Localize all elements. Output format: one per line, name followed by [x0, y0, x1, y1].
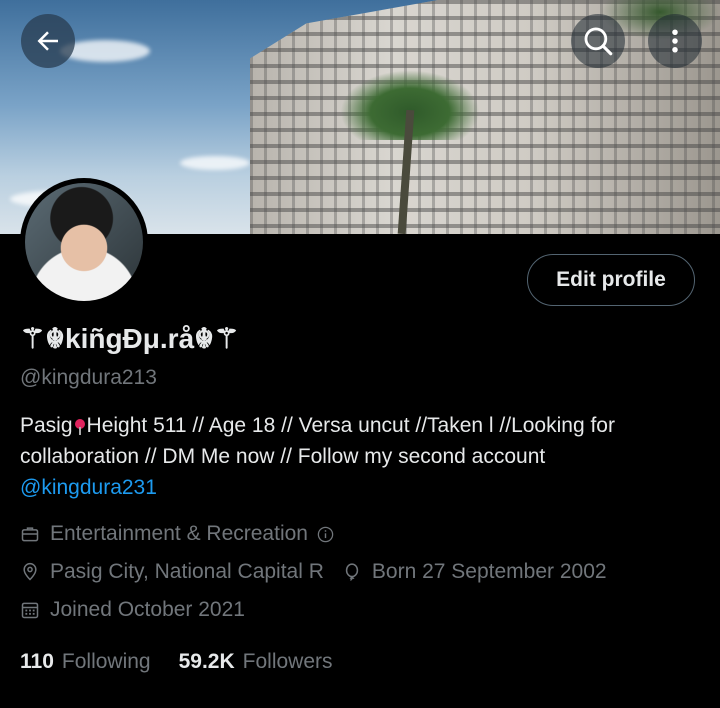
joined-row: Joined October 2021 [20, 598, 245, 622]
balloon-icon [345, 563, 359, 581]
profile-category: Entertainment & Recreation [50, 522, 308, 545]
username-handle: @kingdura213 [20, 366, 157, 389]
arrow-left-icon [37, 31, 58, 51]
bio-mention-link[interactable]: @kingdura231 [20, 476, 157, 499]
display-name: ⚚☬kiñgĐμ.rå☬⚚ [20, 323, 240, 354]
location-pin-icon [23, 562, 37, 581]
following-label: Following [61, 650, 151, 673]
banner-cloud [180, 156, 250, 170]
search-button[interactable] [571, 14, 625, 68]
avatar[interactable] [20, 178, 148, 306]
bio-location-text: Pasig [20, 414, 73, 437]
location-birthday-row: Pasig City, National Capital R Born 27 S… [20, 560, 607, 584]
briefcase-icon [21, 527, 39, 542]
back-button[interactable] [21, 14, 75, 68]
followers-count: 59.2K [178, 650, 235, 673]
more-options-button[interactable] [648, 14, 702, 68]
bio-text: Height 511 // Age 18 // Versa uncut //Ta… [20, 414, 615, 468]
search-icon [584, 27, 613, 56]
follow-stats: 110 Following 59.2K Followers [20, 650, 333, 674]
profile-birthday: Born 27 September 2002 [371, 560, 607, 583]
following-count: 110 [20, 650, 54, 673]
profile-joined-date: Joined October 2021 [50, 598, 245, 621]
pushpin-icon [74, 419, 85, 435]
followers-link[interactable]: 59.2K Followers [179, 650, 333, 674]
profile-bio: Pasig Height 511 // Age 18 // Versa uncut… [20, 410, 680, 503]
profile-location: Pasig City, National Capital R [50, 560, 324, 583]
edit-profile-button[interactable]: Edit profile [527, 254, 695, 306]
category-row: Entertainment & Recreation [20, 522, 335, 546]
calendar-icon [21, 602, 39, 619]
info-icon[interactable] [316, 525, 335, 544]
more-vertical-icon [672, 29, 678, 53]
followers-label: Followers [242, 650, 333, 673]
avatar-photo [25, 183, 143, 301]
following-link[interactable]: 110 Following [20, 650, 151, 674]
